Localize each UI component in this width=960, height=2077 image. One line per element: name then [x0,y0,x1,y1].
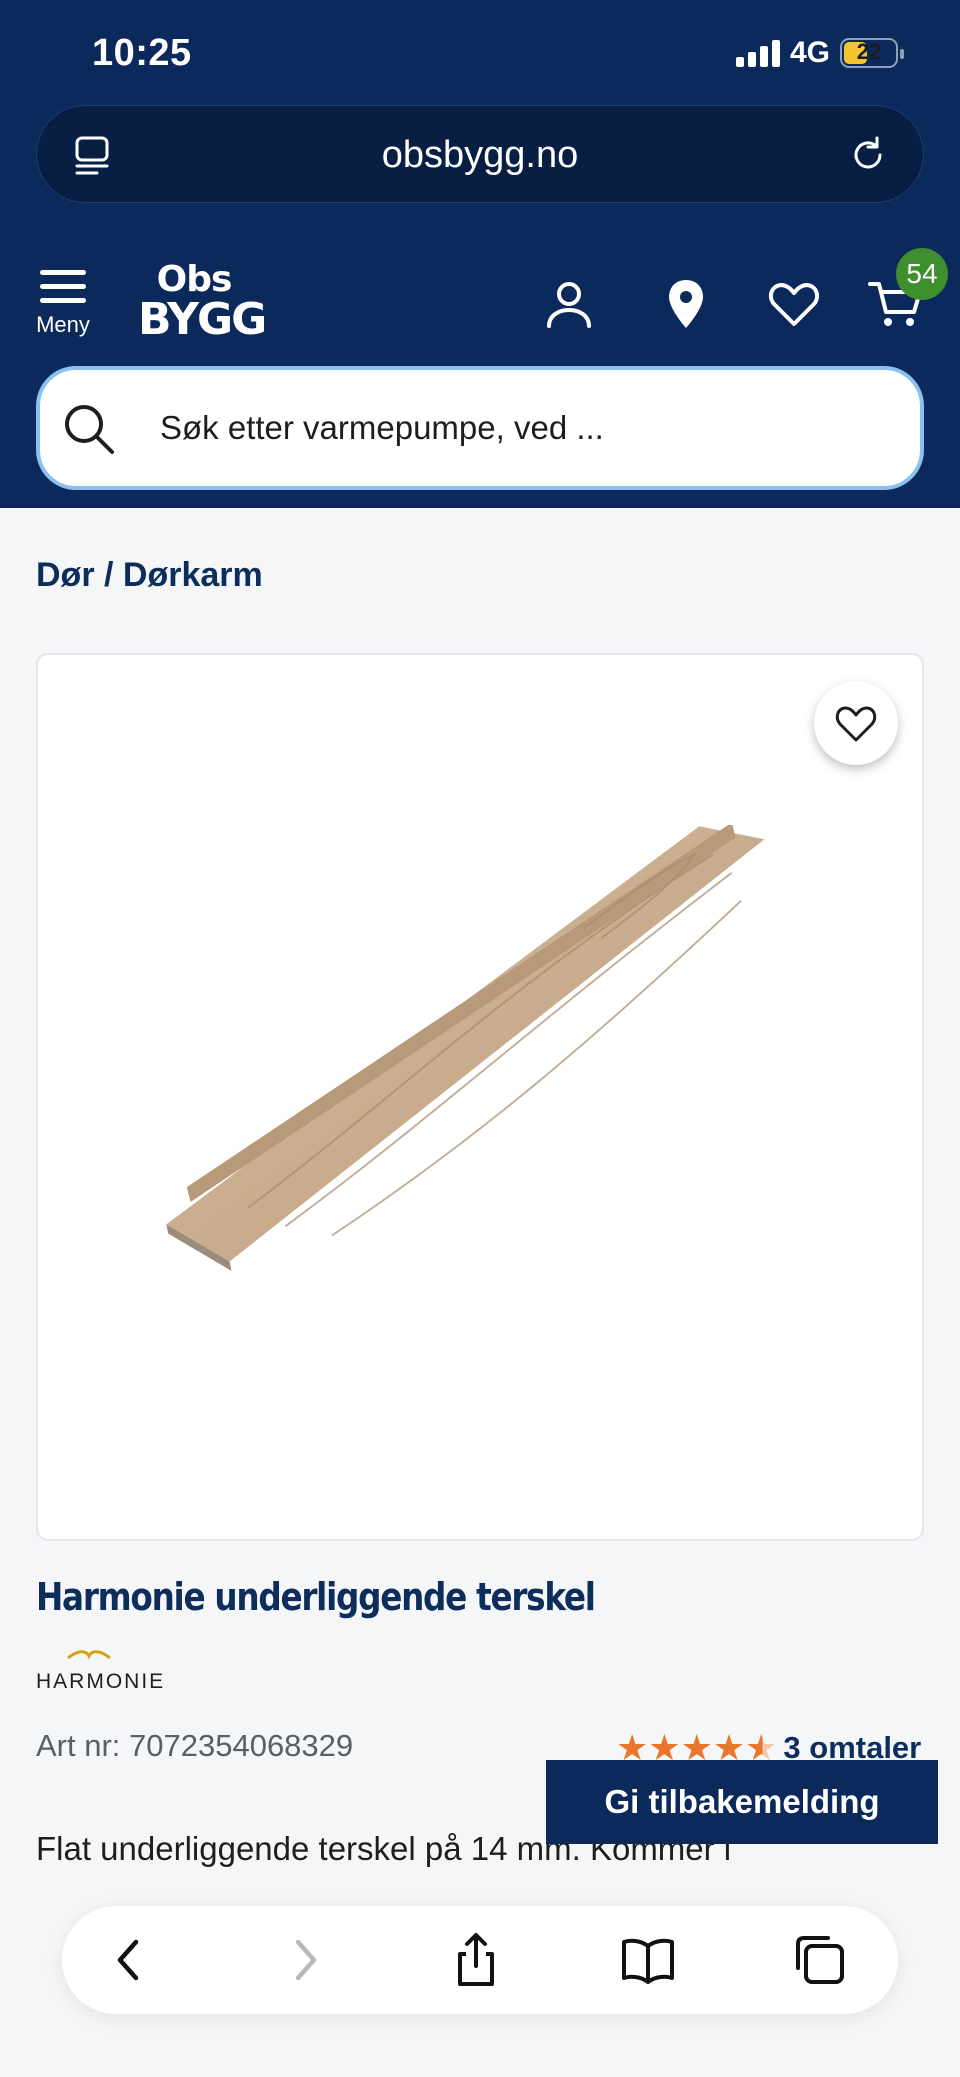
back-icon[interactable] [100,1930,160,1990]
search-input[interactable]: Søk etter varmepumpe, ved ... [36,366,924,490]
battery-icon: 22 [840,38,904,68]
status-indicators: 4G 22 [735,36,904,70]
product-image[interactable] [158,825,778,1325]
tabs-icon[interactable] [790,1930,850,1990]
forward-icon[interactable] [274,1930,334,1990]
url-text[interactable]: obsbygg.no [37,106,923,204]
product-image-card [36,653,924,1541]
signal-icon [735,39,780,67]
battery-level: 22 [856,39,882,64]
obs-bygg-logo[interactable]: Obs BYGG [138,262,267,342]
cart-count-badge: 54 [896,248,948,300]
browser-toolbar [62,1906,898,2014]
network-label: 4G [789,36,830,69]
product-title: Harmonie underliggende terskel [36,1575,596,1619]
add-to-favorites-button[interactable] [814,681,898,765]
hamburger-icon [32,270,94,303]
search-icon [65,405,114,454]
brand-logo[interactable]: HARMONIE [36,1648,196,1698]
menu-button[interactable]: Meny [32,270,94,338]
reload-icon[interactable] [847,134,889,176]
location-icon[interactable] [658,276,714,332]
feedback-button[interactable]: Gi tilbakemelding [546,1760,938,1844]
search-placeholder: Søk etter varmepumpe, ved ... [160,409,604,446]
breadcrumb[interactable]: Dør / Dørkarm [36,556,263,595]
status-time: 10:25 [92,32,192,74]
favorites-icon[interactable] [766,276,822,332]
heart-icon [835,706,877,742]
article-number: Art nr: 7072354068329 [36,1728,354,1763]
address-bar[interactable]: obsbygg.no [36,105,924,203]
top-header: 10:25 4G 22 obsbygg.no Meny Obs BYGG 54 … [0,0,960,508]
brand-mark-icon [67,1650,111,1660]
share-icon[interactable] [446,1930,506,1990]
bookmarks-icon[interactable] [618,1930,678,1990]
account-icon[interactable] [541,276,597,332]
menu-label: Meny [36,312,90,337]
